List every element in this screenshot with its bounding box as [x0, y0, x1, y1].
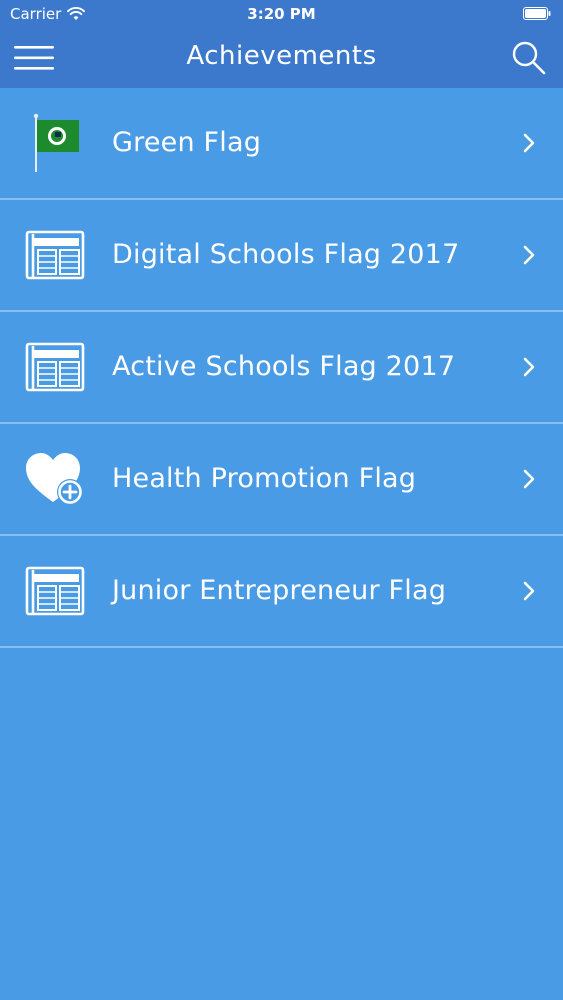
chevron-right-icon	[523, 581, 535, 601]
chevron-right-icon	[523, 245, 535, 265]
list-item-health-promotion-flag[interactable]: Health Promotion Flag	[0, 424, 563, 536]
top-bar: Carrier 3:20 PM Achievements	[0, 0, 563, 88]
list-item-label: Digital Schools Flag 2017	[112, 239, 460, 270]
chevron-right-icon	[523, 469, 535, 489]
newspaper-icon	[25, 230, 85, 280]
list-item-junior-entrepreneur-flag[interactable]: Junior Entrepreneur Flag	[0, 536, 563, 648]
navigation-bar: Achievements	[0, 30, 563, 88]
search-icon[interactable]	[511, 40, 547, 76]
achievements-list: Green Flag Digital Schools Flag 2017 Act…	[0, 88, 563, 648]
green-flag-icon	[33, 113, 79, 172]
battery-icon	[523, 7, 551, 20]
list-item-active-schools-flag[interactable]: Active Schools Flag 2017	[0, 312, 563, 424]
list-item-label: Active Schools Flag 2017	[112, 351, 456, 382]
heart-plus-icon	[26, 453, 83, 505]
chevron-right-icon	[523, 357, 535, 377]
list-item-digital-schools-flag[interactable]: Digital Schools Flag 2017	[0, 200, 563, 312]
newspaper-icon	[25, 342, 85, 392]
status-time: 3:20 PM	[247, 5, 316, 23]
list-item-label: Junior Entrepreneur Flag	[112, 575, 447, 606]
newspaper-icon	[25, 566, 85, 616]
page-title: Achievements	[186, 41, 377, 71]
list-item-label: Green Flag	[112, 127, 262, 158]
chevron-right-icon	[523, 133, 535, 153]
list-item-green-flag[interactable]: Green Flag	[0, 88, 563, 200]
status-bar: Carrier 3:20 PM	[0, 0, 563, 30]
list-item-label: Health Promotion Flag	[112, 463, 417, 494]
